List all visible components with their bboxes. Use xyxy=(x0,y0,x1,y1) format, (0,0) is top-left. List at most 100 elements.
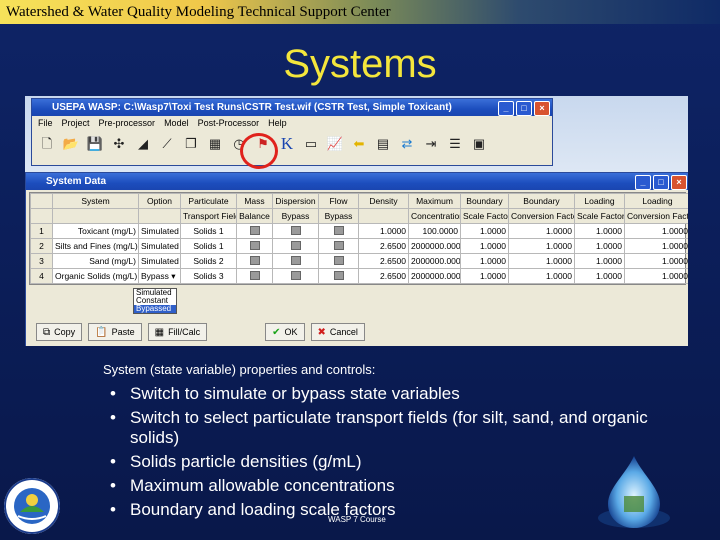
system-data-grid: System Option Particulate Mass Dispersio… xyxy=(29,192,688,285)
boundary-conv-cell[interactable]: 1.0000 xyxy=(508,238,575,254)
arrow-icon[interactable]: ⬅ xyxy=(350,135,368,153)
particulate-cell[interactable]: Solids 3 xyxy=(180,268,237,284)
system-name-cell[interactable]: Organic Solids (mg/L) xyxy=(52,268,139,284)
density-cell[interactable]: 1.0000 xyxy=(358,223,409,239)
menu-model[interactable]: Model xyxy=(164,116,189,130)
max-conc-cell[interactable]: 2000000.000 xyxy=(408,268,461,284)
mass-balance-checkbox[interactable] xyxy=(236,238,273,254)
check-icon: ✔ xyxy=(272,326,281,338)
menu-help[interactable]: Help xyxy=(268,116,287,130)
max-conc-cell[interactable]: 2000000.000 xyxy=(408,238,461,254)
boundary-conv-cell[interactable]: 1.0000 xyxy=(508,223,575,239)
network-icon[interactable]: ✣ xyxy=(110,135,128,153)
plot-icon[interactable]: 📈 xyxy=(326,135,344,153)
dispersion-bypass-checkbox[interactable] xyxy=(272,223,319,239)
epa-seal-icon xyxy=(4,478,60,534)
loading-conv-cell[interactable]: 1.0000 xyxy=(624,238,688,254)
grid-icon[interactable]: ▦ xyxy=(206,135,224,153)
loading-scale-cell[interactable]: 1.0000 xyxy=(574,268,625,284)
loading-conv-cell[interactable]: 1.0000 xyxy=(624,253,688,269)
loading-conv-cell[interactable]: 1.0000 xyxy=(624,268,688,284)
toolbar: 🗋 📂 💾 ✣ ◢ ⟋ ❐ ▦ ◷ ⚑ K ▭ 📈 ⬅ ▤ ⇄ ⇥ ☰ ▣ xyxy=(32,130,552,158)
new-file-icon[interactable]: 🗋 xyxy=(38,135,56,153)
loading-scale-cell[interactable]: 1.0000 xyxy=(574,253,625,269)
text-icon[interactable]: ☰ xyxy=(446,135,464,153)
option-select-value: Bypass xyxy=(141,270,169,281)
boundary-conv-cell[interactable]: 1.0000 xyxy=(508,268,575,284)
menu-postprocessor[interactable]: Post-Processor xyxy=(198,116,260,130)
menu-file[interactable]: File xyxy=(38,116,53,130)
window-icon[interactable]: ❐ xyxy=(182,135,200,153)
sd-maximize-button[interactable]: □ xyxy=(653,175,669,190)
maximize-button[interactable]: □ xyxy=(516,101,532,116)
header-cell: Density xyxy=(358,193,409,209)
swap-icon[interactable]: ⇄ xyxy=(398,135,416,153)
open-folder-icon[interactable]: 📂 xyxy=(62,135,80,153)
boundary-conv-cell[interactable]: 1.0000 xyxy=(508,253,575,269)
chart-icon[interactable]: ◢ xyxy=(134,135,152,153)
monitor-icon[interactable]: ▣ xyxy=(470,135,488,153)
table-row[interactable]: 1 Toxicant (mg/L) Simulated Solids 1 1.0… xyxy=(30,223,688,239)
particulate-cell[interactable]: Solids 2 xyxy=(180,253,237,269)
flow-bypass-checkbox[interactable] xyxy=(318,223,359,239)
dropdown-option-bypassed[interactable]: Bypassed xyxy=(134,305,176,313)
boundary-scale-cell[interactable]: 1.0000 xyxy=(460,238,509,254)
max-conc-cell[interactable]: 2000000.000 xyxy=(408,253,461,269)
menu-project[interactable]: Project xyxy=(62,116,90,130)
mass-balance-checkbox[interactable] xyxy=(236,253,273,269)
flow-bypass-checkbox[interactable] xyxy=(318,253,359,269)
export-icon[interactable]: ⇥ xyxy=(422,135,440,153)
loading-scale-cell[interactable]: 1.0000 xyxy=(574,238,625,254)
density-cell[interactable]: 2.6500 xyxy=(358,253,409,269)
wasp-main-window: USEPA WASP: C:\Wasp7\Toxi Test Runs\CSTR… xyxy=(31,98,553,166)
paste-button[interactable]: 📋 Paste xyxy=(88,323,142,341)
fill-calc-button[interactable]: ▦ Fill/Calc xyxy=(147,323,208,341)
flow-bypass-checkbox[interactable] xyxy=(318,238,359,254)
kinetics-icon[interactable]: K xyxy=(278,135,296,153)
system-name-cell[interactable]: Sand (mg/L) xyxy=(52,253,139,269)
max-conc-cell[interactable]: 100.0000 xyxy=(408,223,461,239)
ok-button[interactable]: ✔ OK xyxy=(265,323,305,341)
calculator-icon: ▦ xyxy=(154,326,165,338)
header-cell: Boundary xyxy=(460,193,509,209)
menu-preprocessor[interactable]: Pre-processor xyxy=(99,116,156,130)
dispersion-bypass-checkbox[interactable] xyxy=(272,268,319,284)
loading-scale-cell[interactable]: 1.0000 xyxy=(574,223,625,239)
option-dropdown-list[interactable]: Simulated Constant Bypassed xyxy=(133,288,177,314)
graph-icon[interactable]: ⟋ xyxy=(158,135,176,153)
mass-balance-checkbox[interactable] xyxy=(236,268,273,284)
sd-close-button[interactable]: × xyxy=(671,175,687,190)
system-name-cell[interactable]: Toxicant (mg/L) xyxy=(52,223,139,239)
header-cell: Maximum xyxy=(408,193,461,209)
density-cell[interactable]: 2.6500 xyxy=(358,268,409,284)
option-cell[interactable]: Simulated xyxy=(138,223,181,239)
density-cell[interactable]: 2.6500 xyxy=(358,238,409,254)
table-row[interactable]: 2 Silts and Fines (mg/L) Simulated Solid… xyxy=(30,238,688,254)
dispersion-bypass-checkbox[interactable] xyxy=(272,253,319,269)
layout-icon[interactable]: ▤ xyxy=(374,135,392,153)
particulate-cell[interactable]: Solids 1 xyxy=(180,223,237,239)
flow-bypass-checkbox[interactable] xyxy=(318,268,359,284)
minimize-button[interactable]: _ xyxy=(498,101,514,116)
chevron-down-icon[interactable]: ▾ xyxy=(171,271,175,281)
cancel-button[interactable]: ✖ Cancel xyxy=(310,323,365,341)
table-row[interactable]: 4 Organic Solids (mg/L) Bypass ▾ Solids … xyxy=(30,268,688,284)
option-cell[interactable]: Simulated xyxy=(138,238,181,254)
loading-conv-cell[interactable]: 1.0000 xyxy=(624,223,688,239)
boundary-scale-cell[interactable]: 1.0000 xyxy=(460,253,509,269)
mass-balance-checkbox[interactable] xyxy=(236,223,273,239)
option-cell[interactable]: Simulated xyxy=(138,253,181,269)
header-cell: Option xyxy=(138,193,181,209)
boundary-scale-cell[interactable]: 1.0000 xyxy=(460,268,509,284)
save-icon[interactable]: 💾 xyxy=(86,135,104,153)
boundary-scale-cell[interactable]: 1.0000 xyxy=(460,223,509,239)
system-name-cell[interactable]: Silts and Fines (mg/L) xyxy=(52,238,139,254)
dispersion-bypass-checkbox[interactable] xyxy=(272,238,319,254)
sd-minimize-button[interactable]: _ xyxy=(635,175,651,190)
particulate-cell[interactable]: Solids 1 xyxy=(180,238,237,254)
close-button[interactable]: × xyxy=(534,101,550,116)
run-icon[interactable]: ▭ xyxy=(302,135,320,153)
option-select[interactable]: Bypass ▾ xyxy=(138,268,181,284)
table-row[interactable]: 3 Sand (mg/L) Simulated Solids 2 2.6500 … xyxy=(30,253,688,269)
copy-button[interactable]: ⧉ Copy xyxy=(36,323,83,341)
